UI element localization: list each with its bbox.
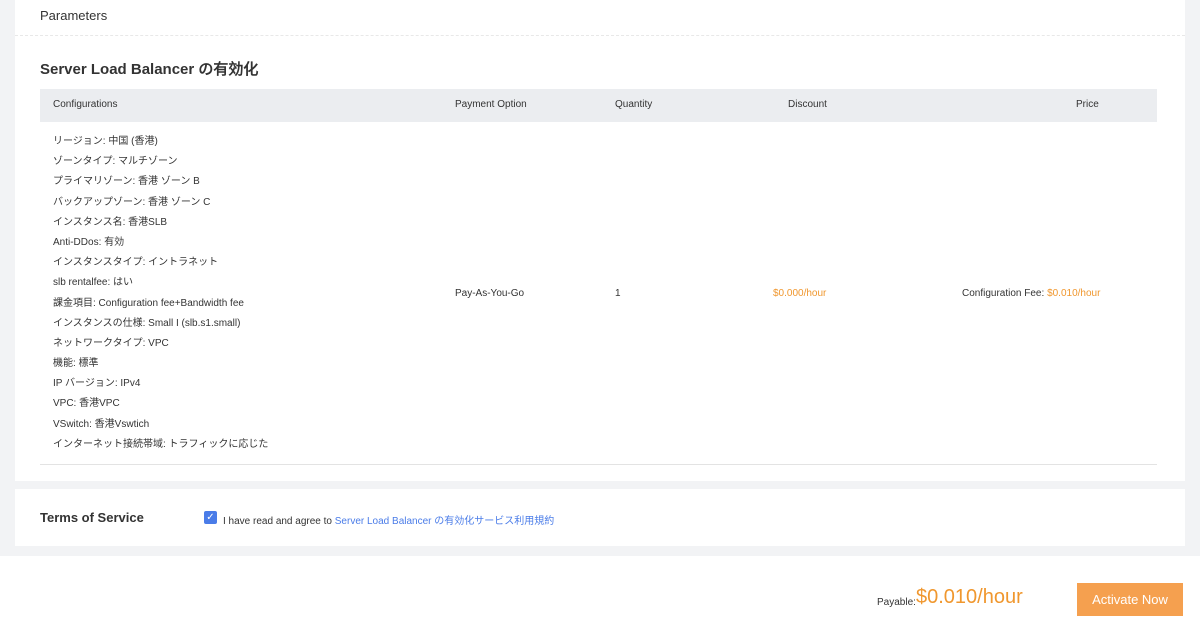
header-configurations: Configurations [53,99,118,110]
payment-option-value: Pay-As-You-Go [455,288,525,299]
configuration-item: IP バージョン: IPv4 [53,378,141,390]
configuration-item: ゾーンタイプ: マルチゾーン [53,156,178,168]
configuration-item: slb rentalfee: はい [53,277,134,289]
parameters-title: Parameters [40,8,108,23]
price-value: $0.010/hour [1047,288,1101,299]
configuration-item: 機能: 標準 [53,358,99,370]
configuration-item: プライマリゾーン: 香港 ゾーン B [53,176,200,188]
payable-value: $0.010/hour [916,586,1023,608]
configuration-item: バックアップゾーン: 香港 ゾーン C [53,196,211,208]
table-row: リージョン: 中国 (香港) ゾーンタイプ: マルチゾーンプライマリゾーン: 香港… [40,122,1157,465]
check-icon: ✓ [206,512,215,523]
payable-label: Payable: [877,597,916,608]
configuration-item: VPC: 香港VPC [53,398,120,410]
header-price: Price [1076,99,1099,110]
discount-value: $0.000/hour [773,288,827,299]
configuration-item: VSwitch: 香港Vswtich [53,418,150,430]
price-cell: Configuration Fee: $0.010/hour [962,288,1100,299]
parameters-divider [15,35,1185,36]
terms-text: I have read and agree to Server Load Bal… [223,512,554,527]
header-discount: Discount [788,99,827,110]
configuration-item: インターネット接続帯域: トラフィックに応じた [53,438,269,450]
parameters-card: Parameters Server Load Balancer の有効化 Con… [15,0,1185,481]
terms-checkbox[interactable]: ✓ [204,511,217,524]
configuration-item: Anti-DDos: 有効 [53,236,125,248]
order-table: Configurations Payment Option Quantity D… [40,89,1157,465]
terms-title: Terms of Service [40,510,144,525]
configuration-item: インスタンスタイプ: イントラネット [53,257,219,269]
configuration-item: リージョン: 中国 (香港) [53,136,158,147]
activate-now-button[interactable]: Activate Now [1077,583,1183,616]
table-header: Configurations Payment Option Quantity D… [40,89,1157,122]
configuration-item: インスタンスの仕様: Small I (slb.s1.small) [53,317,241,329]
price-label: Configuration Fee: [962,288,1045,299]
section-title: Server Load Balancer の有効化 [40,61,259,78]
header-payment-option: Payment Option [455,99,527,110]
configuration-item: ネットワークタイプ: VPC [53,337,169,349]
header-quantity: Quantity [615,99,653,110]
terms-agree-text: I have read and agree to [223,516,332,527]
configuration-item: 課金項目: Configuration fee+Bandwidth fee [53,297,244,309]
footer-bar: Payable: $0.010/hour Activate Now [0,556,1200,641]
configuration-list: リージョン: 中国 (香港) ゾーンタイプ: マルチゾーンプライマリゾーン: 香港… [53,136,268,459]
configuration-item: インスタンス名: 香港SLB [53,216,168,228]
quantity-value: 1 [615,288,621,299]
terms-card: Terms of Service ✓ I have read and agree… [15,489,1185,546]
terms-link[interactable]: Server Load Balancer の有効化サービス利用規約 [335,516,555,527]
